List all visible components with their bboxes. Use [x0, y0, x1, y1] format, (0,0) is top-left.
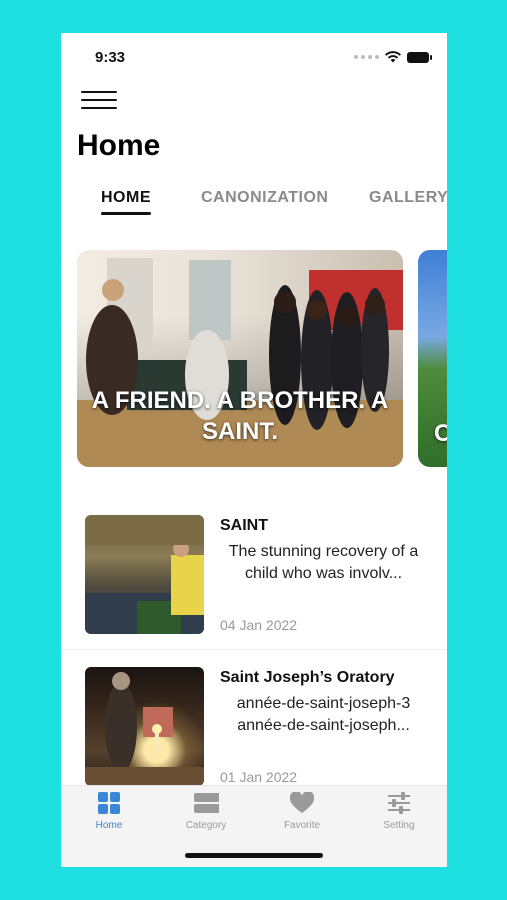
thumbnail-photo [85, 672, 204, 786]
article-description: The stunning recovery of a child who was… [228, 543, 419, 582]
nav-item-favorite[interactable]: Favorite [254, 792, 350, 831]
page-title: Home [77, 129, 161, 162]
menu-button[interactable] [81, 91, 117, 113]
article-thumbnail [85, 515, 204, 634]
carousel-slide[interactable]: A FRIEND. A BROTHER. A SAINT. [77, 250, 403, 467]
article-date: 04 Jan 2022 [220, 617, 298, 633]
article-thumbnail [85, 667, 204, 786]
tab-gallery[interactable]: GALLERY [369, 189, 447, 207]
carousel-slide[interactable]: C [418, 250, 447, 467]
divider [61, 649, 447, 650]
grid-icon [98, 792, 120, 814]
phone-screen: 9:33 Home HOME CANONIZATION GALLERY A FR… [61, 33, 447, 867]
sliders-icon [388, 792, 410, 814]
nav-item-category[interactable]: Category [158, 792, 254, 831]
stack-icon [194, 793, 219, 813]
thumbnail-photo [85, 515, 204, 634]
signal-icon [354, 55, 379, 59]
tab-home[interactable]: HOME [101, 189, 151, 207]
article-date: 01 Jan 2022 [220, 769, 298, 785]
article-description: année-de-saint-joseph-3 année-de-saint-j… [236, 695, 411, 734]
tab-canonization[interactable]: CANONIZATION [201, 189, 328, 207]
article-title: Saint Joseph’s Oratory [220, 669, 395, 686]
article-title: SAINT [220, 517, 268, 534]
nav-label: Setting [383, 820, 415, 831]
home-indicator [185, 853, 323, 858]
heart-icon [290, 792, 314, 813]
nav-item-setting[interactable]: Setting [351, 792, 447, 831]
battery-icon [407, 51, 432, 63]
slide-caption: C [434, 420, 447, 447]
nav-label: Home [95, 820, 123, 831]
slide-caption: A FRIEND. A BROTHER. A SAINT. [91, 387, 389, 445]
wifi-icon [385, 51, 401, 63]
nav-label: Category [185, 820, 227, 831]
article-card[interactable]: SAINT The stunning recovery of a child w… [61, 515, 447, 665]
featured-carousel: A FRIEND. A BROTHER. A SAINT. C [77, 250, 447, 468]
status-time: 9:33 [95, 49, 126, 66]
nav-label: Favorite [283, 820, 321, 831]
status-icons [354, 51, 432, 63]
tab-active-indicator [101, 212, 151, 215]
nav-item-home[interactable]: Home [61, 792, 157, 831]
tab-bar: HOME CANONIZATION GALLERY [61, 189, 447, 221]
